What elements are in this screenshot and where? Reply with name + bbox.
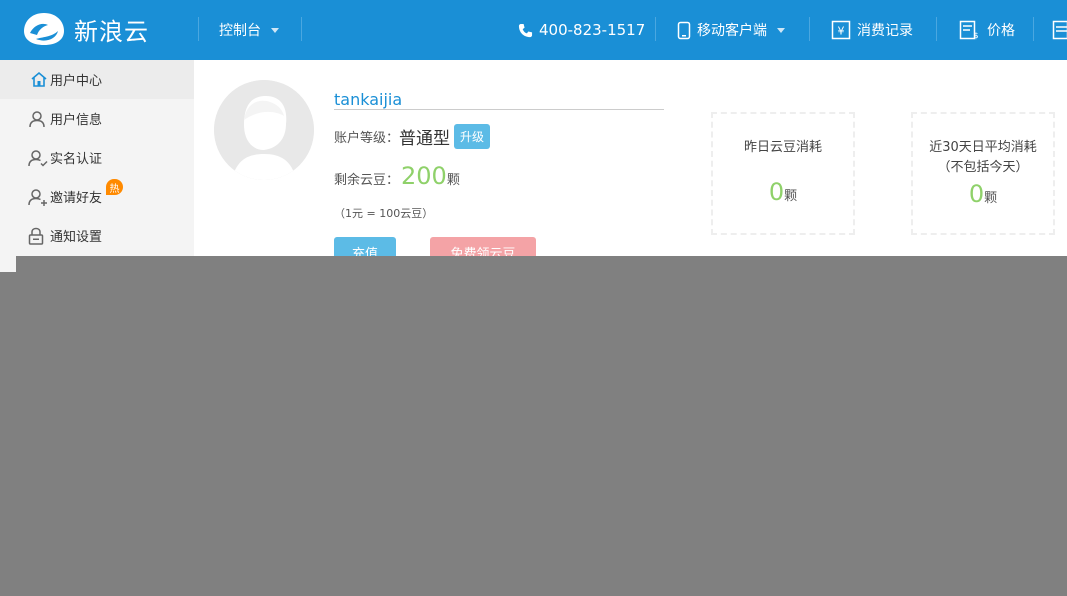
receipt-icon: ¥	[831, 20, 851, 40]
mobile-client-menu[interactable]: 移动客户端	[677, 0, 785, 60]
stat-unit: 颗	[784, 189, 798, 204]
cloud-logo-icon	[24, 13, 64, 45]
sidebar-item-label: 用户中心	[50, 74, 103, 89]
mobile-client-label: 移动客户端	[697, 23, 767, 39]
more-menu[interactable]	[1052, 0, 1067, 60]
divider	[301, 17, 302, 41]
divider	[809, 17, 810, 41]
sidebar-item-user-center[interactable]: 用户中心	[0, 60, 194, 99]
stat-unit: 颗	[984, 191, 998, 206]
console-menu[interactable]: 控制台	[219, 0, 279, 60]
sidebar-item-label: 实名认证	[50, 152, 103, 167]
stat-title: 昨日云豆消耗	[743, 140, 822, 155]
phone-contact[interactable]: 400-823-1517	[518, 0, 645, 60]
document-icon	[1052, 20, 1067, 40]
level-label: 账户等级：	[334, 131, 400, 146]
price-link[interactable]: $ 价格	[959, 0, 1015, 60]
sidebar-item-label: 邀请好友	[50, 191, 103, 206]
chevron-down-icon	[777, 27, 785, 33]
beans-value: 200	[401, 162, 447, 190]
stat-value: 0	[968, 180, 985, 208]
user-add-icon	[28, 188, 47, 206]
sidebar-item-notification-settings[interactable]: 通知设置	[0, 216, 194, 255]
user-icon	[29, 110, 45, 127]
default-avatar-icon	[214, 80, 314, 180]
sidebar-item-label: 用户信息	[50, 113, 103, 128]
logo-text: 新浪云	[74, 17, 149, 46]
beans-label: 剩余云豆：	[334, 173, 400, 188]
gray-overlay	[0, 256, 1067, 596]
billing-records-link[interactable]: ¥ 消费记录	[831, 0, 913, 60]
account-level: 账户等级： 普通型 升级	[334, 124, 491, 149]
beans-unit: 颗	[446, 173, 460, 188]
exchange-rate: （1元 = 100云豆）	[334, 207, 434, 220]
svg-text:$: $	[973, 31, 978, 40]
username-text: tankaijia	[334, 90, 403, 109]
divider	[936, 17, 937, 41]
phone-icon	[518, 23, 533, 37]
svg-text:¥: ¥	[838, 25, 845, 38]
avatar[interactable]	[214, 80, 314, 180]
stat-card-yesterday: 昨日云豆消耗 0颗	[711, 112, 855, 235]
sidebar-item-user-info[interactable]: 用户信息	[0, 99, 194, 138]
stat-value-row: 0颗	[913, 180, 1053, 208]
sidebar-item-verification[interactable]: 实名认证	[0, 138, 194, 177]
top-navigation-bar: 新浪云 控制台 400-823-1517 移动客户端 ¥ 消费记录 $ 价格	[0, 0, 1067, 60]
sidebar-item-label: 通知设置	[50, 230, 103, 245]
upgrade-button[interactable]: 升级	[454, 124, 491, 149]
level-value: 普通型	[399, 129, 451, 149]
mobile-phone-icon	[677, 21, 691, 39]
stat-card-30-day-average: 近30天日平均消耗 （不包括今天） 0颗	[911, 112, 1055, 235]
home-icon	[31, 71, 47, 87]
lock-icon	[28, 227, 44, 245]
divider	[655, 17, 656, 41]
sidebar: 用户中心 用户信息 实名认证 邀请好友 热 通知设置	[0, 60, 194, 256]
phone-number: 400-823-1517	[539, 21, 646, 39]
stat-value-row: 0颗	[713, 178, 853, 206]
sidebar-item-invite-friends[interactable]: 邀请好友 热	[0, 177, 194, 216]
console-label: 控制台	[219, 23, 261, 39]
stat-title: 近30天日平均消耗	[929, 140, 1037, 155]
user-check-icon	[28, 149, 48, 167]
stat-value: 0	[768, 178, 785, 206]
price-label: 价格	[987, 23, 1015, 39]
stat-subtitle: （不包括今天）	[937, 160, 1029, 175]
remaining-beans: 剩余云豆： 200 颗	[334, 162, 460, 190]
hot-badge: 热	[106, 179, 123, 195]
price-list-icon: $	[959, 20, 979, 40]
chevron-down-icon	[271, 27, 279, 33]
divider	[1033, 17, 1034, 41]
sidebar-edge-strip	[0, 256, 16, 272]
recharge-button[interactable]: 充值	[334, 237, 396, 256]
divider	[198, 17, 199, 41]
logo[interactable]: 新浪云	[22, 10, 149, 48]
free-beans-button[interactable]: 免费领云豆	[430, 237, 536, 256]
billing-records-label: 消费记录	[857, 23, 913, 39]
username: tankaijia	[334, 82, 664, 110]
